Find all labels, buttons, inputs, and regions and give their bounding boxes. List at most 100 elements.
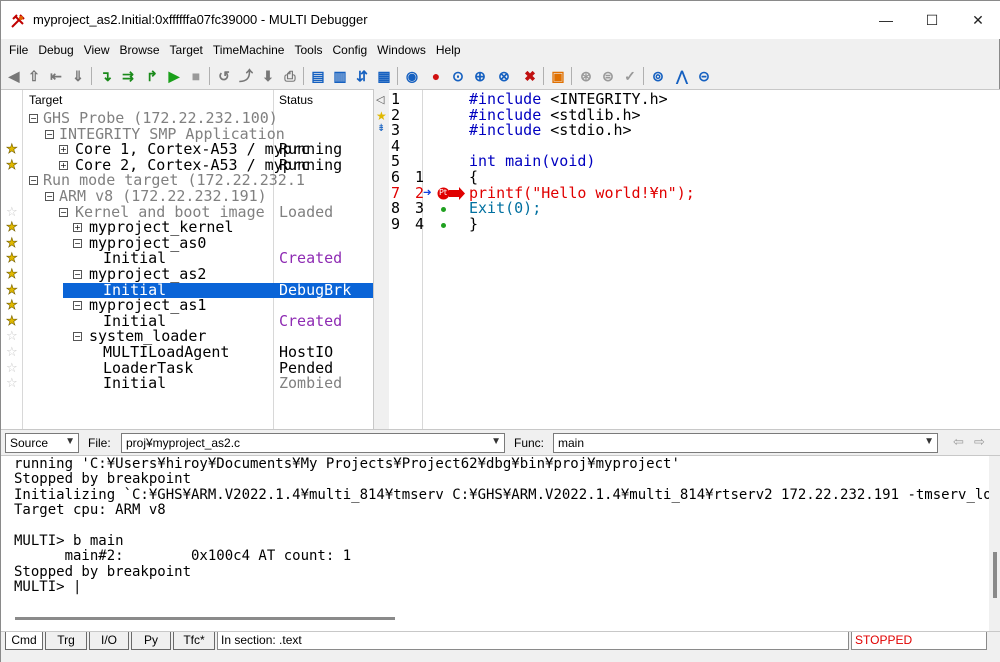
command-pane[interactable]: running 'C:¥Users¥hiroy¥Documents¥My Pro… [1,455,1000,632]
view-mode-select[interactable]: Source ▼ [5,433,79,453]
menu-timemachine[interactable]: TimeMachine [213,41,285,61]
collapse-icon[interactable]: ◁ [376,93,384,106]
stop-icon[interactable]: ■ [187,67,205,85]
menu-browse[interactable]: Browse [120,41,160,61]
prev-icon[interactable]: ⇤ [47,67,65,85]
menu-view[interactable]: View [84,41,110,61]
breakpoint-spot-icon[interactable] [441,222,446,228]
breakpoint-spot-icon[interactable] [441,207,446,213]
doc2-icon[interactable]: ▥ [331,67,349,85]
expand-icon[interactable]: + [73,223,82,233]
find-icon[interactable]: ✓ [621,67,639,85]
column-status[interactable]: Status [279,93,313,107]
tools-icon[interactable]: ⊚ [649,67,667,85]
tab-py[interactable]: Py [131,632,171,650]
menu-windows[interactable]: Windows [377,41,426,61]
source-line[interactable]: 83 Exit(0); [389,200,1000,217]
star-icon[interactable]: ☆ [6,377,18,390]
file-value: proj¥myproject_as2.c [126,436,241,450]
func-select[interactable]: main ▼ [553,433,938,453]
collapse-icon[interactable]: − [73,301,82,311]
back-icon[interactable]: ◀ [5,67,23,85]
notes-icon[interactable]: ⊛ [577,67,595,85]
target-row[interactable]: ☆ Initial Zombied [1,376,373,392]
download-icon[interactable]: ⬇ [259,67,277,85]
star-icon[interactable]: ★ [6,268,18,282]
collapse-icon[interactable]: − [45,129,54,139]
star-icon[interactable]: ★ [6,236,18,250]
scroll-thumb[interactable] [993,552,997,598]
minimize-button[interactable]: — [863,1,909,39]
register-icon[interactable]: ▦ [375,67,393,85]
step-into-icon[interactable]: ↴ [97,67,115,85]
collapse-icon[interactable]: − [45,192,54,201]
menu-debug[interactable]: Debug [38,41,73,61]
code-text: Exit(0); [469,200,541,217]
scroll-thumb[interactable] [15,617,395,620]
memory-icon[interactable]: ◉ [403,67,421,85]
output-line: running 'C:¥Users¥hiroy¥Documents¥My Pro… [14,457,680,472]
up-icon[interactable]: ⇧ [25,67,43,85]
star-icon[interactable]: ★ [6,299,18,313]
star-icon[interactable]: ★ [6,143,18,157]
collapse-icon[interactable]: − [73,270,82,279]
breakpoints-icon[interactable]: ⇵ [353,67,371,85]
filter-icon[interactable]: ⇟ [377,123,385,134]
tab-io[interactable]: I/O [89,632,129,650]
star-icon[interactable]: ☆ [6,330,18,343]
restart-icon[interactable]: ↺ [215,67,233,85]
nav-back-icon[interactable]: ⇦ [953,434,964,450]
collapse-icon[interactable]: − [59,207,68,217]
expand-icon[interactable]: + [59,160,68,170]
close-button[interactable]: ✕ [955,1,1000,39]
star-icon[interactable]: ★ [6,283,18,297]
star-icon[interactable]: ☆ [6,346,18,359]
tab-cmd[interactable]: Cmd [5,632,43,650]
nav-forward-icon[interactable]: ⇨ [974,434,985,450]
star-icon[interactable]: ☆ [6,362,18,375]
collapse-icon[interactable]: − [29,176,38,186]
horizontal-scrollbar[interactable] [1,612,989,624]
menu-help[interactable]: Help [436,41,461,61]
doc-icon[interactable]: ▤ [309,67,327,85]
tab-trg[interactable]: Trg [45,632,87,650]
step-over-icon[interactable]: ⇉ [119,67,137,85]
collapse-icon[interactable]: − [73,332,82,342]
source-line[interactable]: 5 int main(void) [389,154,1000,170]
watch-icon[interactable]: ● [427,67,445,85]
run-icon[interactable]: ▶ [165,67,183,85]
menu-config[interactable]: Config [332,41,367,61]
next-icon[interactable]: ⇓ [69,67,87,85]
menu-file[interactable]: File [9,41,28,61]
star-icon[interactable]: ★ [6,252,18,266]
star-icon[interactable]: ★ [6,221,18,235]
expand-icon[interactable]: + [59,145,68,155]
upload-icon[interactable]: ⤴ [237,67,255,85]
menu-target[interactable]: Target [170,41,203,61]
search2-icon[interactable]: ✖ [521,67,539,85]
source-line[interactable]: 9 4} [389,216,1000,233]
menu-tools[interactable]: Tools [294,41,322,61]
star-icon[interactable]: ★ [6,158,18,172]
collapse-icon[interactable]: − [29,114,38,123]
pane-splitter[interactable]: ◁ ★ ⇟ [373,89,389,429]
collapse-icon[interactable]: − [73,238,82,248]
column-target[interactable]: Target [29,93,62,107]
source-line[interactable]: 3 #include <stdio.h> [389,122,1000,139]
locals-icon[interactable]: ⊙ [449,67,467,85]
star-icon[interactable]: ☆ [6,206,18,219]
star-icon[interactable]: ★ [6,314,18,328]
tab-tfc[interactable]: Tfc* [173,632,215,650]
eye-icon[interactable]: ⋀ [673,67,691,85]
toolbar: ◀ ⇧ ⇤ ⇓ ↴ ⇉ ↱ ▶ ■ ↺ ⤴ ⬇ ⎙ ▤ ▥ ⇵ ▦ ◉ ● ⊙ … [1,63,1000,89]
graph-icon[interactable]: ⊝ [695,67,713,85]
maximize-button[interactable]: ☐ [909,1,955,39]
call-stack-icon[interactable]: ⊕ [471,67,489,85]
vertical-scrollbar[interactable] [989,456,1000,632]
file-select[interactable]: proj¥myproject_as2.c ▼ [121,433,505,453]
search-icon[interactable]: ⊗ [495,67,513,85]
return-icon[interactable]: ↱ [143,67,161,85]
print-icon[interactable]: ⎙ [281,67,299,85]
zoom-icon[interactable]: ⊜ [599,67,617,85]
tree-icon[interactable]: ▣ [549,67,567,85]
